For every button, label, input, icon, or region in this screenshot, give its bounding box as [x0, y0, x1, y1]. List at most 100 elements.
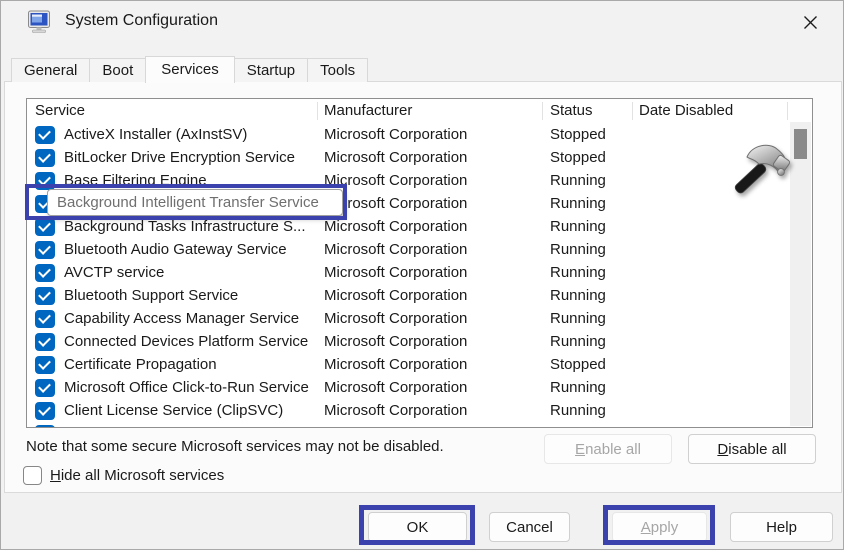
service-manufacturer: Microsoft Corporation: [317, 195, 542, 212]
enable-all-label: E: [575, 441, 585, 458]
service-checkbox[interactable]: [35, 310, 55, 328]
close-icon: [803, 15, 818, 30]
table-row[interactable]: Client License Service (ClipSVC) Microso…: [27, 399, 790, 422]
ok-button[interactable]: OK: [368, 512, 467, 542]
table-row[interactable]: Bluetooth Support Service Microsoft Corp…: [27, 284, 790, 307]
service-manufacturer: Microsoft Corporation: [317, 126, 542, 143]
service-status: Running: [542, 218, 632, 235]
service-manufacturer: Microsoft Corporation: [317, 264, 542, 281]
service-name: Bluetooth Audio Gateway Service: [64, 241, 317, 258]
service-checkbox[interactable]: [35, 356, 55, 374]
service-checkbox[interactable]: [35, 402, 55, 420]
service-name: ActiveX Installer (AxInstSV): [64, 126, 317, 143]
service-manufacturer: Microsoft Corporation: [317, 287, 542, 304]
service-name: Microsoft Office Click-to-Run Service: [64, 379, 317, 396]
service-status: Stopped: [542, 126, 632, 143]
service-name: Bluetooth Support Service: [64, 287, 317, 304]
header-divider: [317, 102, 318, 120]
hide-microsoft-services-checkbox[interactable]: Hide all Microsoft services: [23, 466, 224, 485]
service-status: Running: [542, 310, 632, 327]
window-title: System Configuration: [65, 12, 218, 30]
tab-general[interactable]: General: [11, 58, 90, 82]
service-name: Capability Access Manager Service: [64, 310, 317, 327]
tab-bar: General Boot Services Startup Tools: [11, 55, 367, 82]
header-divider: [632, 102, 633, 120]
service-name: Certificate Propagation: [64, 356, 317, 373]
service-checkbox[interactable]: [35, 425, 55, 428]
header-divider: [542, 102, 543, 120]
service-checkbox[interactable]: [35, 264, 55, 282]
note-text: Note that some secure Microsoft services…: [26, 438, 444, 455]
column-header-status[interactable]: Status: [542, 99, 632, 123]
system-configuration-window: System Configuration General Boot Servic…: [0, 0, 844, 550]
tab-tools[interactable]: Tools: [307, 58, 368, 82]
table-row[interactable]: Capability Access Manager Service Micros…: [27, 307, 790, 330]
header-divider: [787, 102, 788, 120]
service-name: Client License Service (ClipSVC): [64, 402, 317, 419]
table-row[interactable]: Background Tasks Infrastructure S... Mic…: [27, 215, 790, 238]
table-row[interactable]: Bluetooth Audio Gateway Service Microsof…: [27, 238, 790, 261]
service-checkbox[interactable]: [35, 126, 55, 144]
column-header-manufacturer[interactable]: Manufacturer: [317, 99, 542, 123]
table-row[interactable]: AVCTP service Microsoft Corporation Runn…: [27, 261, 790, 284]
vertical-scrollbar[interactable]: [790, 122, 811, 426]
close-button[interactable]: [795, 9, 825, 35]
hammer-cursor-icon: [732, 142, 792, 198]
service-manufacturer: Microsoft Corporation: [317, 402, 542, 419]
disable-all-button[interactable]: Disable all: [688, 434, 816, 464]
service-name: Connected Devices Platform Service: [64, 333, 317, 350]
service-name: Base Filtering Engine: [64, 172, 317, 189]
column-header-service[interactable]: Service: [27, 99, 317, 123]
column-header-date-disabled[interactable]: Date Disabled: [632, 99, 812, 123]
service-checkbox[interactable]: [35, 333, 55, 351]
service-name: Background Tasks Infrastructure S...: [64, 218, 317, 235]
service-manufacturer: Microsoft Corporation: [317, 241, 542, 258]
service-rows: ActiveX Installer (AxInstSV) Microsoft C…: [27, 123, 790, 427]
disable-all-label: D: [717, 441, 728, 458]
scrollbar-thumb[interactable]: [794, 129, 807, 159]
service-name-tooltip: Background Intelligent Transfer Service: [47, 189, 343, 216]
service-manufacturer: Microsoft Corporation: [317, 356, 542, 373]
service-checkbox[interactable]: [35, 149, 55, 167]
title-bar: System Configuration: [1, 1, 843, 45]
service-name: BitLocker Drive Encryption Service: [64, 149, 317, 166]
table-row[interactable]: Certificate Propagation Microsoft Corpor…: [27, 353, 790, 376]
service-status: Running: [542, 241, 632, 258]
service-status: Running: [542, 195, 632, 212]
service-status: Running: [542, 402, 632, 419]
table-row[interactable]: ActiveX Installer (AxInstSV) Microsoft C…: [27, 123, 790, 146]
service-status: Running: [542, 172, 632, 189]
service-status: Running: [542, 333, 632, 350]
hide-checkbox-label: Hide all Microsoft services: [50, 467, 224, 484]
tab-startup[interactable]: Startup: [234, 58, 308, 82]
service-status: Running: [542, 379, 632, 396]
service-checkbox[interactable]: [35, 218, 55, 236]
service-manufacturer: Microsoft Corporation: [317, 149, 542, 166]
table-header: Service Manufacturer Status Date Disable…: [27, 99, 812, 123]
service-manufacturer: Microsoft Corporation: [317, 218, 542, 235]
service-manufacturer: Microsoft Corporation: [317, 310, 542, 327]
msconfig-icon: [27, 9, 53, 35]
table-row[interactable]: Connected Devices Platform Service Micro…: [27, 330, 790, 353]
help-button[interactable]: Help: [730, 512, 833, 542]
services-table: Service Manufacturer Status Date Disable…: [26, 98, 813, 428]
cancel-button[interactable]: Cancel: [489, 512, 570, 542]
service-checkbox[interactable]: [35, 241, 55, 259]
checkbox-unchecked[interactable]: [23, 466, 42, 485]
service-checkbox[interactable]: [35, 287, 55, 305]
service-manufacturer: Microsoft Corporation: [317, 172, 542, 189]
service-status: Stopped: [542, 149, 632, 166]
table-row[interactable]: [27, 422, 790, 427]
tab-boot[interactable]: Boot: [89, 58, 146, 82]
apply-button[interactable]: Apply: [612, 512, 707, 542]
service-status: Stopped: [542, 356, 632, 373]
service-name: AVCTP service: [64, 264, 317, 281]
table-row[interactable]: Microsoft Office Click-to-Run Service Mi…: [27, 376, 790, 399]
service-manufacturer: Microsoft Corporation: [317, 379, 542, 396]
service-status: Running: [542, 287, 632, 304]
tab-services[interactable]: Services: [145, 56, 235, 83]
table-row[interactable]: BitLocker Drive Encryption Service Micro…: [27, 146, 790, 169]
enable-all-button[interactable]: Enable all: [544, 434, 672, 464]
service-checkbox[interactable]: [35, 379, 55, 397]
service-checkbox[interactable]: [35, 172, 55, 190]
